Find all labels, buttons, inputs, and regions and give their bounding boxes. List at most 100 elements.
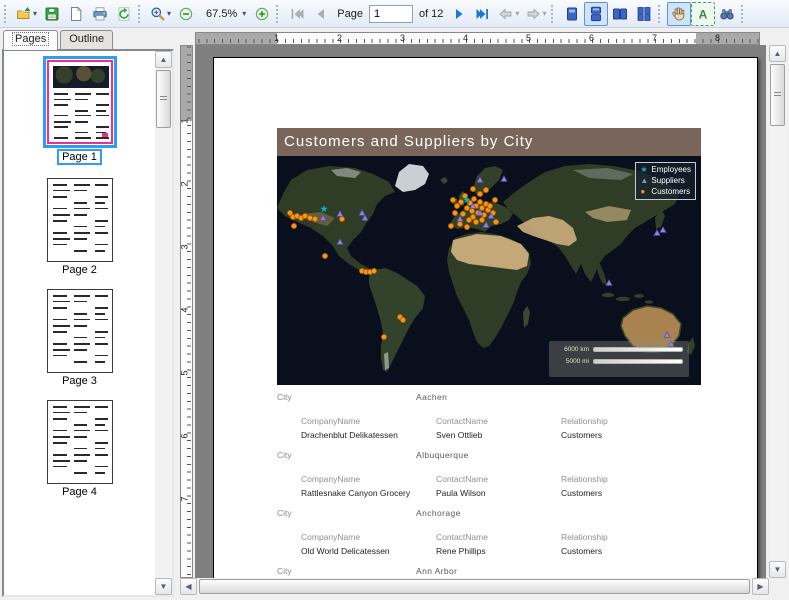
zoom-level-combobox[interactable]: 67.5% ▾ xyxy=(198,3,250,25)
thumbnail-label[interactable]: Page 4 xyxy=(59,486,100,498)
thumbnail-page[interactable] xyxy=(46,60,113,144)
page-setup-button[interactable] xyxy=(64,2,88,26)
sidebar: Pages Outline Page 1 Page 2 Page 3 Page 4 ▲… xyxy=(0,28,177,600)
page-icon xyxy=(71,6,82,21)
customer-point xyxy=(312,216,319,223)
zoom-level-caret[interactable]: ▾ xyxy=(242,9,246,18)
export-button[interactable]: ▾ xyxy=(13,2,40,26)
last-page-icon xyxy=(476,8,489,19)
print-button[interactable] xyxy=(88,2,112,26)
facing-pages-view-icon xyxy=(613,8,628,19)
navigate-forward-button[interactable]: ▾ xyxy=(522,2,549,26)
thumbnail-label[interactable]: Page 3 xyxy=(59,375,100,387)
city-field-label: City xyxy=(277,566,292,576)
single-page-view-button[interactable] xyxy=(560,2,584,26)
last-page-button[interactable] xyxy=(471,2,495,26)
zoom-in-button[interactable] xyxy=(250,2,274,26)
customer-point xyxy=(447,223,454,230)
sidebar-scroll-down-icon[interactable]: ▼ xyxy=(155,578,172,595)
column-header: CompanyName xyxy=(301,532,361,542)
refresh-button[interactable] xyxy=(112,2,136,26)
customer-point xyxy=(492,219,499,226)
find-button[interactable] xyxy=(715,2,739,26)
toolbar-grip xyxy=(658,4,663,23)
tab-pages[interactable]: Pages xyxy=(3,30,59,50)
preview-vertical-scrollbar[interactable]: ▲ ▼ xyxy=(769,45,786,578)
horizontal-ruler: 1 2 3 4 5 6 7 8 xyxy=(195,32,760,45)
h-ruler-number: 8 xyxy=(715,33,721,43)
page-backdrop: Customers and Suppliers by City ★ Employ… xyxy=(195,45,766,578)
thumbnail-item[interactable]: Page 2 xyxy=(46,178,113,276)
preview-scroll-left-icon[interactable]: ◀ xyxy=(180,578,197,595)
zoom-out-button[interactable] xyxy=(174,2,198,26)
export-dropdown-caret[interactable]: ▾ xyxy=(33,9,37,18)
city-field-label: City xyxy=(277,450,292,460)
back-dropdown-caret[interactable]: ▾ xyxy=(515,9,519,18)
v-ruler-number: 2 xyxy=(180,181,190,187)
next-page-button[interactable] xyxy=(447,2,471,26)
preview-scroll-right-icon[interactable]: ▶ xyxy=(752,578,769,595)
first-page-button[interactable] xyxy=(285,2,309,26)
facing-pages-view-button[interactable] xyxy=(608,2,632,26)
text-selection-tool-button[interactable]: A xyxy=(691,1,716,26)
save-button[interactable] xyxy=(40,2,64,26)
row-value: Customers xyxy=(561,488,603,498)
thumbnail-item[interactable]: Page 4 xyxy=(46,400,113,498)
navigate-back-button[interactable]: ▾ xyxy=(495,2,522,26)
row-value: Paula Wilson xyxy=(436,488,486,498)
thumbnail-label[interactable]: Page 1 xyxy=(57,149,102,165)
zoom-mode-button[interactable]: ▾ xyxy=(147,2,174,26)
thumbnail-page[interactable] xyxy=(46,289,113,373)
pan-tool-button[interactable] xyxy=(667,1,692,26)
thumbnail-label[interactable]: Page 2 xyxy=(59,264,100,276)
previous-page-icon xyxy=(317,8,325,19)
h-ruler-number: 6 xyxy=(589,33,595,43)
thumbnail-panel: Page 1 Page 2 Page 3 Page 4 ▲ ▼ xyxy=(2,49,174,597)
world-map: ★ Employees ▲ Suppliers ● Customers 6000 km 50… xyxy=(277,156,701,385)
page-number-input[interactable] xyxy=(368,4,413,23)
customer-point xyxy=(453,203,460,210)
row-value: Sven Ottlieb xyxy=(436,430,483,440)
row-value: Drachenblut Delikatessen xyxy=(301,430,398,440)
preview-horizontal-scrollbar[interactable]: ◀ ▶ xyxy=(180,578,769,595)
toolbar: ▾ ▾ 67.5% ▾ Page 1 of 12 ▾ ▾ A xyxy=(0,0,789,28)
city-value: Aachen xyxy=(416,392,448,402)
thumbnail-item[interactable]: Page 3 xyxy=(46,289,113,387)
plus-circle-icon xyxy=(256,7,269,20)
customer-point xyxy=(463,205,470,212)
thumbnail-item[interactable]: Page 1 xyxy=(42,56,117,165)
preview-scroll-down-icon[interactable]: ▼ xyxy=(769,561,786,578)
zoom-mode-caret[interactable]: ▾ xyxy=(167,9,171,18)
customer-point xyxy=(322,253,329,260)
city-value: Albuquerque xyxy=(416,450,469,460)
previous-page-button[interactable] xyxy=(309,2,333,26)
tab-outline[interactable]: Outline xyxy=(60,30,114,49)
thumbnail-page[interactable] xyxy=(46,400,113,484)
forward-dropdown-caret[interactable]: ▾ xyxy=(542,9,546,18)
scale-bar-label: 6000 km xyxy=(564,346,589,353)
column-header: ContactName xyxy=(436,474,488,484)
column-header: ContactName xyxy=(436,532,488,542)
scale-bar xyxy=(593,359,683,364)
sidebar-scrollbar[interactable]: ▲ ▼ xyxy=(155,51,172,595)
thumbnail-page[interactable] xyxy=(46,178,113,262)
preview-hscrollbar-thumb[interactable] xyxy=(199,579,750,594)
map-legend: ★ Employees ▲ Suppliers ● Customers xyxy=(635,162,696,200)
sidebar-scrollbar-thumb[interactable] xyxy=(156,70,171,128)
city-group: City Anchorage CompanyName ContactName Relat… xyxy=(277,508,701,566)
single-page-view-icon xyxy=(567,7,578,20)
legend-item: ★ Employees xyxy=(640,164,691,175)
customer-point xyxy=(459,211,466,218)
hand-icon xyxy=(672,6,685,20)
preview-scroll-up-icon[interactable]: ▲ xyxy=(769,45,786,62)
v-ruler-number: 3 xyxy=(180,244,190,250)
v-ruler-number: 1 xyxy=(180,118,190,124)
customer-point xyxy=(400,316,407,323)
multiple-pages-view-button[interactable] xyxy=(632,2,656,26)
preview-vscrollbar-thumb[interactable] xyxy=(770,64,785,126)
city-field-label: City xyxy=(277,392,292,402)
city-value: Ann Arbor xyxy=(416,566,458,576)
customer-point xyxy=(465,217,472,224)
continuous-view-button[interactable] xyxy=(584,1,609,26)
sidebar-scroll-up-icon[interactable]: ▲ xyxy=(155,51,172,68)
